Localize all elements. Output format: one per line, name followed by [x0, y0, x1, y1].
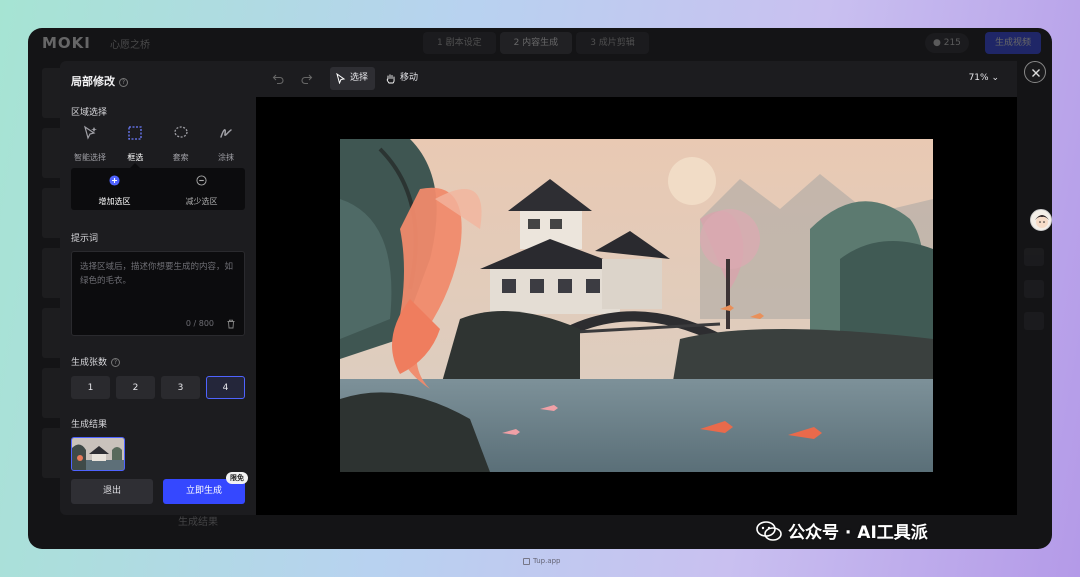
- prompt-label: 提示词: [71, 234, 99, 244]
- help-icon[interactable]: ?: [119, 78, 128, 87]
- help-icon[interactable]: ?: [111, 358, 121, 367]
- result-label: 生成结果: [71, 420, 108, 430]
- tool-label: 涂抹: [217, 153, 234, 162]
- result-thumbnail-image: [72, 438, 124, 470]
- count-options: 1 2 3 4: [71, 376, 245, 399]
- selection-tools: 智能选择 框选 套索 涂抹: [68, 125, 248, 164]
- generate-video-button: 生成视频: [985, 32, 1042, 54]
- footer-tag-text: Tup.app: [533, 557, 561, 565]
- close-icon: [1032, 69, 1040, 77]
- panel-title: 局部修改?: [71, 73, 128, 89]
- exit-button[interactable]: 退出: [71, 479, 153, 504]
- step-tabs: 1 剧本设定 2 内容生成 3 成片剪辑: [423, 32, 649, 54]
- select-tool-label: 选择: [350, 73, 369, 83]
- result-thumbnail[interactable]: [71, 437, 125, 471]
- count-option-1[interactable]: 1: [71, 376, 110, 399]
- background-topbar: MOKI 心愿之桥 1 剧本设定 2 内容生成 3 成片剪辑 ● 215 生成视…: [28, 28, 1052, 58]
- canvas-image[interactable]: [340, 139, 933, 472]
- footer-tag: Tup.app: [523, 557, 561, 565]
- editor-toolbar: 选择 移动 71% ⌄: [256, 61, 1017, 97]
- count-option-2[interactable]: 2: [116, 376, 155, 399]
- step-tab-3: 3 成片剪辑: [576, 32, 649, 54]
- redo-icon[interactable]: [300, 72, 313, 85]
- step-tab-2: 2 内容生成: [499, 32, 573, 54]
- minus-circle-icon: [196, 175, 207, 186]
- background-result-label: 生成结果: [178, 517, 218, 528]
- tool-lasso[interactable]: 套索: [159, 125, 203, 164]
- cursor-icon: [336, 73, 346, 84]
- select-tool-button[interactable]: 选择: [330, 67, 376, 90]
- background-control: [1024, 312, 1044, 330]
- app-window: MOKI 心愿之桥 1 剧本设定 2 内容生成 3 成片剪辑 ● 215 生成视…: [28, 28, 1052, 549]
- generate-now-label: 立即生成: [185, 486, 222, 496]
- credits-badge: ● 215: [925, 33, 969, 53]
- app-square-icon: [523, 557, 530, 565]
- background-right-controls: [1024, 248, 1044, 344]
- lasso-icon: [174, 126, 188, 138]
- count-option-4[interactable]: 4: [206, 376, 245, 399]
- brush-icon: [220, 129, 232, 138]
- mode-label: 增加选区: [98, 197, 131, 206]
- zoom-dropdown[interactable]: 71% ⌄: [969, 73, 999, 83]
- free-badge: 限免: [226, 472, 248, 484]
- breadcrumb: 心愿之桥: [110, 40, 150, 51]
- tool-label: 套索: [172, 153, 189, 162]
- close-button[interactable]: [1024, 61, 1046, 83]
- step-tab-1: 1 剧本设定: [423, 32, 496, 54]
- tool-box-select[interactable]: 框选: [113, 125, 157, 164]
- generate-now-button[interactable]: 立即生成 限免: [163, 472, 248, 504]
- smart-select-icon: [83, 125, 97, 140]
- trash-icon[interactable]: [226, 319, 236, 329]
- undo-icon[interactable]: [272, 72, 285, 85]
- watermark-text: 公众号 · AI工具派: [788, 523, 928, 543]
- local-edit-panel: 局部修改? 区域选择 智能选择 框选 套索 涂抹 增加选区 减少选区 提示词 选…: [60, 61, 256, 515]
- mode-add-selection[interactable]: 增加选区: [71, 168, 158, 210]
- avatar[interactable]: [1030, 209, 1052, 231]
- prompt-box: 0 / 800: [71, 251, 245, 336]
- character-counter: 0 / 800: [185, 319, 214, 328]
- koi-pagoda-painting: [340, 139, 933, 472]
- mode-subtract-selection[interactable]: 减少选区: [158, 168, 245, 210]
- prompt-input[interactable]: [72, 252, 244, 316]
- background-control: [1024, 248, 1044, 266]
- count-option-3[interactable]: 3: [161, 376, 200, 399]
- chevron-down-icon: ⌄: [991, 73, 999, 83]
- box-select-icon: [128, 126, 142, 140]
- count-label-text: 生成张数: [71, 358, 108, 368]
- region-select-label: 区域选择: [71, 108, 108, 118]
- plus-circle-icon: [109, 175, 120, 186]
- background-control: [1024, 280, 1044, 298]
- mode-label: 减少选区: [185, 197, 218, 206]
- canvas-editor: 选择 移动 71% ⌄: [256, 61, 1017, 515]
- wechat-logo-icon: [756, 520, 782, 541]
- tool-label: 智能选择: [74, 153, 106, 162]
- move-tool-label: 移动: [400, 73, 419, 83]
- panel-actions: 退出 立即生成 限免: [71, 472, 248, 504]
- watermark: 公众号 · AI工具派: [756, 518, 928, 543]
- tool-brush[interactable]: 涂抹: [204, 125, 248, 164]
- app-logo: MOKI: [42, 34, 91, 52]
- selection-mode: 增加选区 减少选区: [71, 168, 245, 210]
- tool-smart-select[interactable]: 智能选择: [68, 125, 112, 164]
- count-label: 生成张数?: [71, 355, 121, 368]
- panel-title-text: 局部修改: [71, 75, 115, 88]
- zoom-value: 71%: [968, 73, 989, 83]
- move-tool-button[interactable]: 移动: [380, 67, 425, 90]
- hand-icon: [386, 74, 395, 84]
- tool-label: 框选: [127, 153, 144, 162]
